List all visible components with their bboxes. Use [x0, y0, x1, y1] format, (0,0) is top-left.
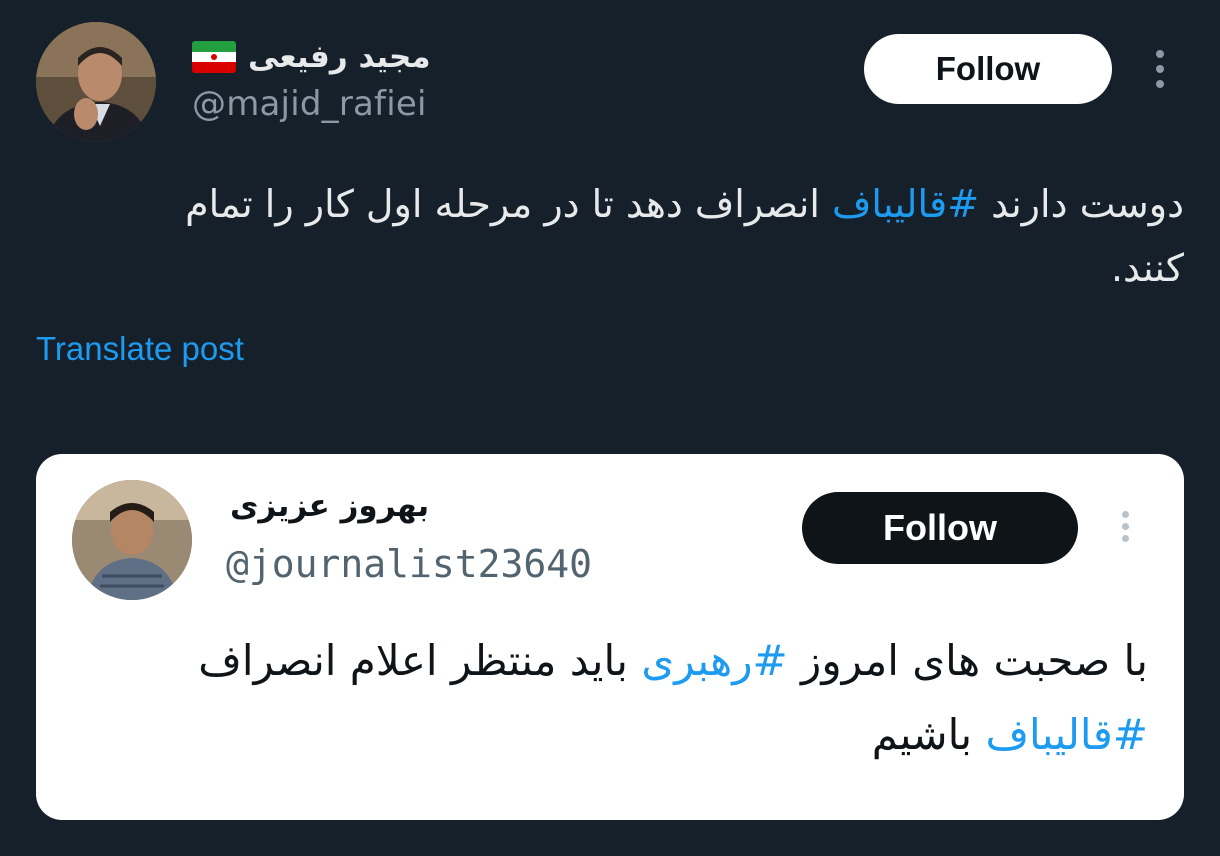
quoted-post-text: با صحبت های امروز #رهبری باید منتظر اعلا…	[176, 624, 1148, 772]
author-name[interactable]: مجید رفیعی	[192, 32, 431, 82]
quoted-hashtag-link[interactable]: #قالیباف	[985, 710, 1148, 759]
quoted-follow-button[interactable]: Follow	[802, 492, 1078, 564]
quoted-author-handle[interactable]: @journalist23640	[226, 542, 592, 586]
more-vertical-icon[interactable]	[1108, 506, 1142, 546]
post-text: دوست دارند #قالیباف انصراف دهد تا در مرح…	[100, 172, 1184, 300]
quoted-author-avatar[interactable]	[72, 480, 192, 600]
quoted-post-card[interactable]: بهروز عزیزی @journalist23640 Follow با ص…	[36, 454, 1184, 820]
quoted-author-name[interactable]: بهروز عزیزی	[230, 488, 429, 524]
author-name-text[interactable]: مجید رفیعی	[248, 39, 431, 75]
quoted-text-part: با صحبت های امروز	[787, 636, 1148, 685]
follow-button[interactable]: Follow	[864, 34, 1112, 104]
tweet-page: مجید رفیعی @majid_rafiei Follow دوست دار…	[0, 0, 1220, 856]
quoted-text-part: باشیم	[871, 710, 986, 759]
author-handle[interactable]: @majid_rafiei	[192, 84, 427, 124]
hashtag-link[interactable]: #قالیباف	[832, 182, 979, 226]
iran-flag-icon	[192, 41, 236, 73]
post-text-part: دوست دارند	[979, 182, 1184, 226]
quoted-hashtag-link[interactable]: #رهبری	[641, 636, 787, 685]
translate-post-link[interactable]: Translate post	[36, 330, 244, 368]
more-vertical-icon[interactable]	[1140, 46, 1180, 92]
author-avatar[interactable]	[36, 22, 156, 142]
quoted-text-part: باید منتظر اعلام انصراف	[198, 636, 642, 685]
